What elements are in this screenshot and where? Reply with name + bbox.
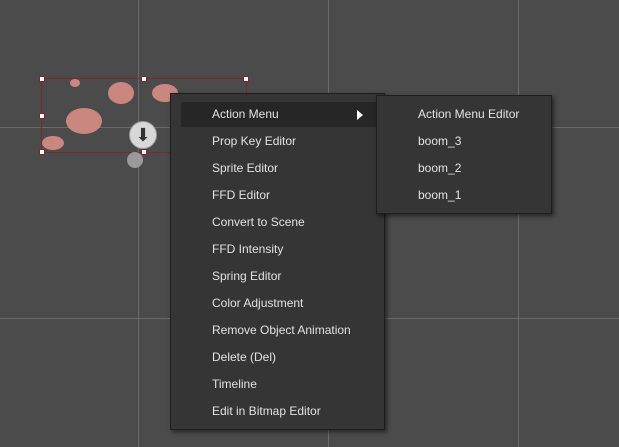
resize-handle[interactable] (141, 76, 147, 82)
menu-item-action-menu[interactable]: Action Menu (181, 102, 377, 127)
resize-handle[interactable] (39, 76, 45, 82)
menu-item-delete[interactable]: Delete (Del) (181, 345, 377, 370)
menu-item-remove-object-animation[interactable]: Remove Object Animation (181, 318, 377, 343)
resize-handle[interactable] (39, 113, 45, 119)
pivot-point[interactable] (127, 152, 143, 168)
menu-item-edit-in-bitmap-editor[interactable]: Edit in Bitmap Editor (181, 399, 377, 424)
menu-item-timeline[interactable]: Timeline (181, 372, 377, 397)
menu-item-color-adjustment[interactable]: Color Adjustment (181, 291, 377, 316)
grid-line (138, 0, 139, 447)
submenu-item-action-menu-editor[interactable]: Action Menu Editor (377, 102, 551, 127)
menu-item-ffd-intensity[interactable]: FFD Intensity (181, 237, 377, 262)
menu-item-convert-to-scene[interactable]: Convert to Scene (181, 210, 377, 235)
menu-item-ffd-editor[interactable]: FFD Editor (181, 183, 377, 208)
menu-item-prop-key-editor[interactable]: Prop Key Editor (181, 129, 377, 154)
anchor-arrow-icon[interactable]: ⬇ (129, 121, 157, 149)
action-submenu: Action Menu Editor boom_3 boom_2 boom_1 (376, 95, 552, 214)
resize-handle[interactable] (39, 149, 45, 155)
context-menu: Action Menu Prop Key Editor Sprite Edito… (170, 93, 385, 430)
submenu-item-boom-2[interactable]: boom_2 (377, 156, 551, 181)
submenu-item-boom-1[interactable]: boom_1 (377, 183, 551, 208)
submenu-item-boom-3[interactable]: boom_3 (377, 129, 551, 154)
resize-handle[interactable] (141, 149, 147, 155)
menu-item-spring-editor[interactable]: Spring Editor (181, 264, 377, 289)
menu-item-label: Action Menu (212, 107, 279, 121)
menu-item-sprite-editor[interactable]: Sprite Editor (181, 156, 377, 181)
submenu-arrow-icon (357, 110, 363, 120)
resize-handle[interactable] (243, 76, 249, 82)
grid-line (518, 0, 519, 447)
